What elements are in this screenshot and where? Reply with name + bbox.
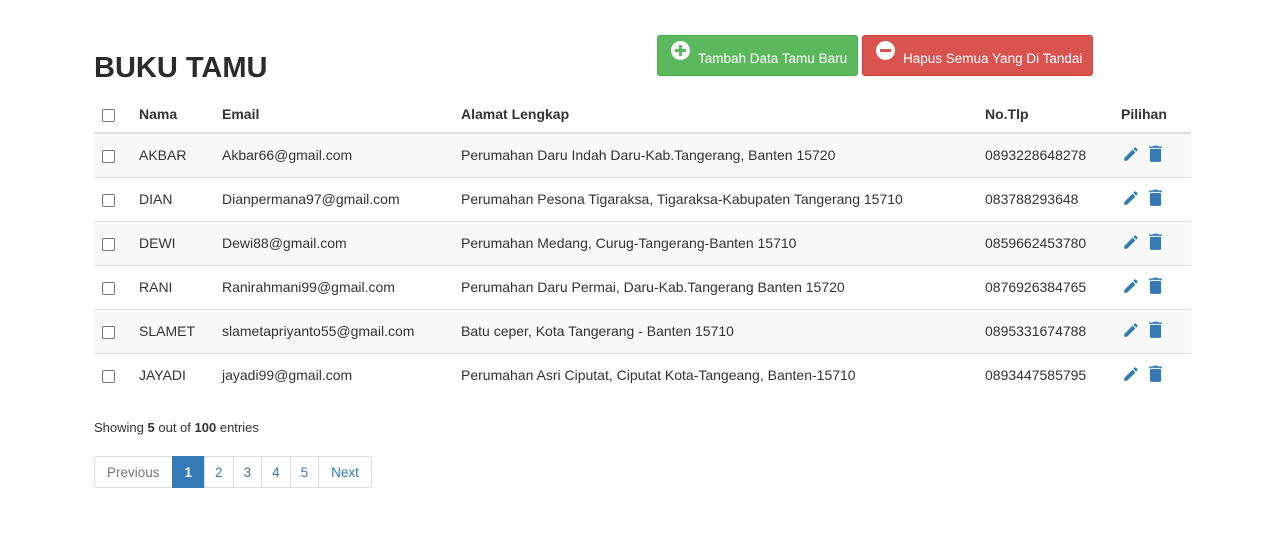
minus-circle-icon <box>876 41 895 60</box>
header-alamat: Alamat Lengkap <box>461 96 985 134</box>
row-checkbox[interactable] <box>102 370 115 384</box>
delete-marked-label: Hapus Semua Yang Di Tandai <box>903 50 1083 66</box>
row-select-cell <box>94 133 139 178</box>
row-select-cell <box>94 221 139 266</box>
cell-email: Dianpermana97@gmail.com <box>222 177 461 222</box>
pencil-icon[interactable] <box>1122 145 1140 163</box>
cell-tlp: 0893228648278 <box>985 133 1121 178</box>
delete-marked-button[interactable]: Hapus Semua Yang Di Tandai <box>862 35 1093 76</box>
row-checkbox[interactable] <box>102 237 115 251</box>
header-nama: Nama <box>139 96 222 134</box>
cell-email: slametapriyanto55@gmail.com <box>222 309 461 354</box>
cell-nama: RANI <box>139 265 222 310</box>
cell-alamat: Perumahan Pesona Tigaraksa, Tigaraksa-Ka… <box>461 177 985 222</box>
cell-tlp: 0893447585795 <box>985 367 1087 384</box>
trash-icon[interactable] <box>1149 365 1162 383</box>
table-header-row: Nama Email Alamat Lengkap No.Tlp Pilihan <box>94 96 1191 134</box>
trash-icon[interactable] <box>1149 321 1162 338</box>
row-checkbox[interactable] <box>102 193 115 207</box>
header-pilihan: Pilihan <box>1121 96 1191 134</box>
cell-nama: DEWI <box>139 221 222 266</box>
pencil-icon[interactable] <box>1122 321 1140 339</box>
pagination-page-5[interactable]: 5 <box>289 456 320 488</box>
pencil-icon[interactable] <box>1122 233 1140 251</box>
select-all-checkbox[interactable] <box>102 108 115 122</box>
cell-alamat: Perumahan Daru Permai, Daru-Kab.Tangeran… <box>461 265 985 310</box>
cell-nama: SLAMET <box>139 309 222 354</box>
pagination-page-3[interactable]: 3 <box>232 456 263 488</box>
row-checkbox[interactable] <box>102 325 115 339</box>
cell-alamat: Perumahan Daru Indah Daru-Kab.Tangerang,… <box>461 133 985 178</box>
cell-tlp: 083788293648 <box>985 177 1121 222</box>
table-row: DEWI Dewi88@gmail.com Perumahan Medang, Cu… <box>94 221 1191 266</box>
trash-icon[interactable] <box>1149 233 1162 250</box>
header-email: Email <box>222 96 461 134</box>
add-guest-button[interactable]: Tambah Data Tamu Baru <box>657 35 858 76</box>
cell-pilihan <box>1121 265 1191 310</box>
cell-nama: DIAN <box>139 177 222 222</box>
table-row: DIAN Dianpermana97@gmail.com Perumahan Pes… <box>94 177 1191 222</box>
summary-total: 100 <box>194 420 217 435</box>
summary-suffix: entries <box>219 420 259 435</box>
pagination-previous[interactable]: Previous <box>94 456 173 488</box>
trash-icon[interactable] <box>1149 145 1162 163</box>
table-row: JAYADI jayadi99@gmail.com Perumahan Asri C… <box>94 353 1191 397</box>
row-select-cell <box>94 353 139 397</box>
pagination-page-2[interactable]: 2 <box>204 456 234 488</box>
add-guest-label: Tambah Data Tamu Baru <box>698 50 848 66</box>
pencil-icon[interactable] <box>1122 365 1140 383</box>
cell-tlp: 0895331674788 <box>985 309 1121 354</box>
cell-alamat: Perumahan Asri Ciputat, Ciputat Kota-Tan… <box>461 367 856 384</box>
entries-summary: Showing 5 out of 100 entries <box>94 420 259 435</box>
cell-alamat: Batu ceper, Kota Tangerang - Banten 1571… <box>461 309 985 354</box>
table-row: RANI Ranirahmani99@gmail.com Perumahan Dar… <box>94 265 1191 310</box>
row-checkbox[interactable] <box>102 281 115 295</box>
cell-email: Ranirahmani99@gmail.com <box>222 265 461 310</box>
trash-icon[interactable] <box>1149 189 1162 206</box>
cell-pilihan <box>1121 221 1191 266</box>
row-select-cell <box>94 177 139 222</box>
pagination-next[interactable]: Next <box>318 456 372 488</box>
row-checkbox[interactable] <box>102 150 115 164</box>
header-tlp: No.Tlp <box>985 96 1121 134</box>
plus-circle-icon <box>671 41 690 60</box>
pagination-page-1[interactable]: 1 <box>171 456 206 488</box>
summary-prefix: Showing <box>94 420 144 435</box>
cell-pilihan <box>1121 177 1191 222</box>
table-row: SLAMET slametapriyanto55@gmail.com Batu ce… <box>94 309 1191 354</box>
summary-middle: out of <box>158 420 191 435</box>
pencil-icon[interactable] <box>1122 277 1140 295</box>
pagination-page-4[interactable]: 4 <box>261 456 291 488</box>
header-select-all-cell <box>94 96 139 134</box>
cell-nama: AKBAR <box>139 133 222 178</box>
cell-tlp: 0859662453780 <box>985 221 1121 266</box>
cell-email: Dewi88@gmail.com <box>222 221 461 266</box>
row-select-cell <box>94 265 139 310</box>
summary-shown: 5 <box>147 420 155 435</box>
cell-email: Akbar66@gmail.com <box>222 133 461 178</box>
row-select-cell <box>94 309 139 354</box>
pagination: Previous 1 2 3 4 5 Next <box>94 456 372 488</box>
cell-pilihan <box>1121 309 1191 354</box>
cell-tlp: 0876926384765 <box>985 265 1121 310</box>
pencil-icon[interactable] <box>1122 189 1140 207</box>
cell-pilihan <box>1121 133 1191 178</box>
cell-alamat: Perumahan Medang, Curug-Tangerang-Banten… <box>461 221 985 266</box>
guest-table: Nama Email Alamat Lengkap No.Tlp Pilihan… <box>94 96 1191 397</box>
table-row: AKBAR Akbar66@gmail.com Perumahan Daru Ind… <box>94 133 1191 178</box>
cell-email: jayadi99@gmail.com <box>222 367 353 384</box>
cell-pilihan <box>1121 353 1191 397</box>
trash-icon[interactable] <box>1149 277 1162 294</box>
cell-nama: JAYADI <box>139 367 186 384</box>
page-title: BUKU TAMU <box>94 52 268 84</box>
